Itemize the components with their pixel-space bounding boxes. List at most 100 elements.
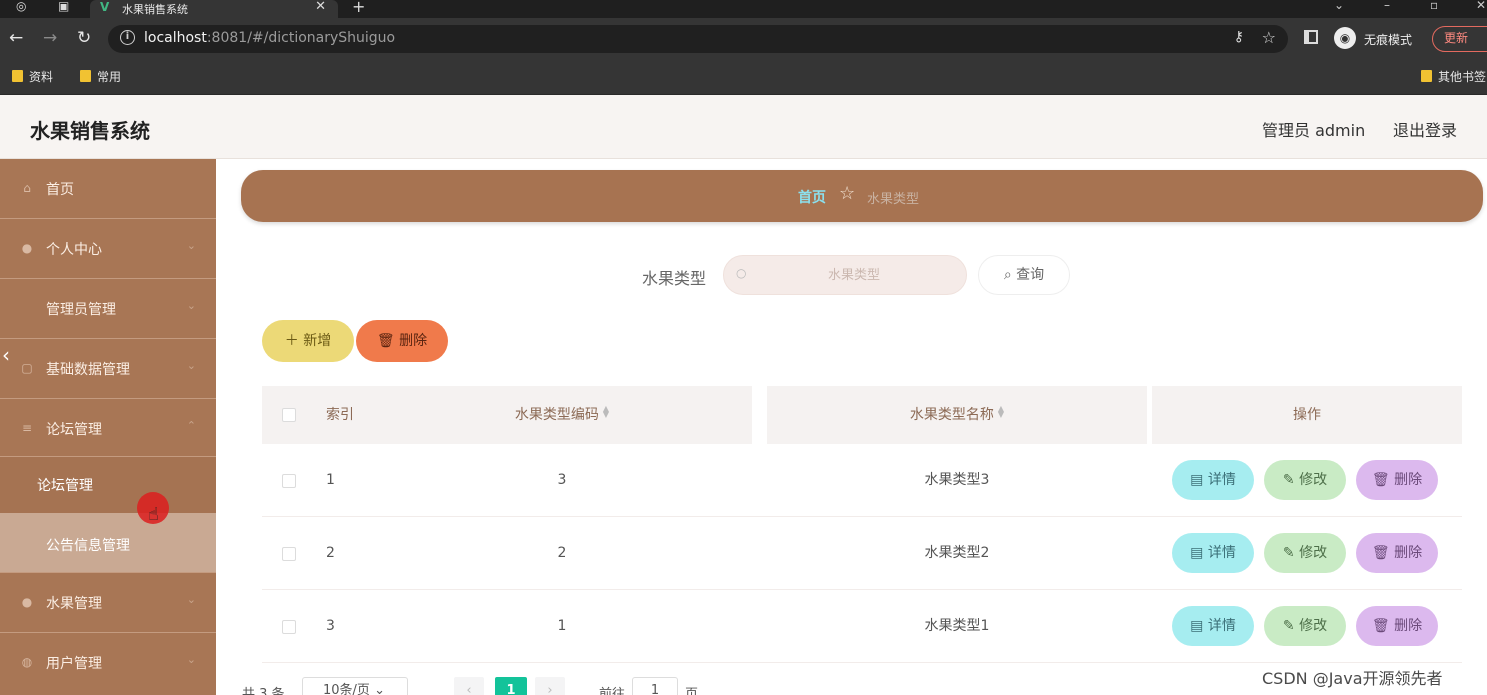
page-number-current[interactable]: 1 <box>495 677 527 695</box>
document-icon: ▤ <box>1190 545 1204 561</box>
csdn-watermark: CSDN @Java开源领先者 <box>1262 669 1443 688</box>
chevron-down-icon: ⌄ <box>374 683 385 695</box>
browser-tab-active[interactable]: V 水果销售系统 ✕ <box>90 0 338 18</box>
trash-icon: 🗑 <box>376 333 395 349</box>
table-row: 3 1 水果类型1 ▤ 详情 ✎ 修改 🗑 删除 <box>262 590 1462 663</box>
row-delete-button[interactable]: 🗑 删除 <box>1356 460 1438 500</box>
app-title: 水果销售系统 <box>30 119 150 143</box>
cell-index: 3 <box>326 618 335 634</box>
sidebar-subitem-notice[interactable]: 公告信息管理 <box>0 513 216 573</box>
bookmark-folder-changyong[interactable]: 常用 <box>80 68 121 85</box>
forward-icon[interactable]: → <box>43 28 57 48</box>
row-delete-button[interactable]: 🗑 删除 <box>1356 606 1438 646</box>
sidebar-item-profile[interactable]: ● 个人中心 ⌄ <box>0 219 216 279</box>
sidebar-item-forum[interactable]: ≡ 论坛管理 ⌃ <box>0 399 216 457</box>
trash-icon: 🗑 <box>1371 545 1390 561</box>
row-checkbox[interactable] <box>282 547 296 561</box>
grid-icon: ▢ <box>21 361 33 375</box>
sidebar-item-users[interactable]: ◍ 用户管理 ⌄ <box>0 633 216 693</box>
key-icon[interactable]: ⚷ <box>1234 29 1244 45</box>
cell-index: 1 <box>326 472 335 488</box>
collapse-sidebar-icon[interactable]: ‹ <box>2 343 10 367</box>
bookmark-star-icon[interactable]: ☆ <box>1262 28 1276 47</box>
tab-search-icon[interactable]: ⌄ <box>1334 0 1344 12</box>
sidebar: ⌂ 首页 ● 个人中心 ⌄ 管理员管理 ⌄ ▢ 基础数据管理 ⌄ ≡ 论坛管理 … <box>0 159 216 695</box>
incognito-icon[interactable]: ◉ <box>1334 27 1356 49</box>
sidebar-item-basic-data[interactable]: ▢ 基础数据管理 ⌄ <box>0 339 216 399</box>
address-bar[interactable]: i localhost:8081/#/dictionaryShuiguo ⚷ ☆ <box>108 25 1288 53</box>
goto-page-input[interactable]: 1 <box>632 677 678 695</box>
delete-button[interactable]: 🗑 删除 <box>356 320 448 362</box>
chevron-down-icon: ⌄ <box>186 359 196 372</box>
select-all-checkbox[interactable] <box>282 408 296 422</box>
site-info-icon[interactable]: i <box>120 30 135 45</box>
prev-page-button[interactable]: ‹ <box>454 677 484 695</box>
tab-strip-icon[interactable]: ▣ <box>58 0 69 13</box>
pencil-icon: ✎ <box>1282 618 1295 634</box>
pagination-total: 共 3 条 <box>242 687 285 695</box>
document-icon: ▤ <box>1190 472 1204 488</box>
cell-code: 3 <box>557 472 567 488</box>
row-checkbox[interactable] <box>282 620 296 634</box>
search-icon: ⌕ <box>1003 267 1012 283</box>
trash-icon: 🗑 <box>1371 618 1390 634</box>
address-url: localhost:8081/#/dictionaryShuiguo <box>144 30 396 46</box>
add-button[interactable]: ＋ 新增 <box>262 320 354 362</box>
window-close-icon[interactable]: ✕ <box>1476 0 1486 12</box>
header-code[interactable]: 水果类型编码 ▲ ▼ <box>372 386 752 444</box>
browser-tab-bar: ◎ ▣ V 水果销售系统 ✕ + ⌄ – ▫ ✕ <box>0 0 1487 18</box>
pencil-icon: ✎ <box>1282 545 1295 561</box>
sidebar-item-home[interactable]: ⌂ 首页 <box>0 159 216 219</box>
row-delete-button[interactable]: 🗑 删除 <box>1356 533 1438 573</box>
breadcrumb-home[interactable]: 首页 <box>798 187 826 207</box>
breadcrumb-current: 水果类型 <box>867 192 920 207</box>
header-select-cell <box>262 386 312 444</box>
cell-code: 1 <box>557 618 567 634</box>
sidebar-item-fruit[interactable]: ● 水果管理 ⌄ <box>0 573 216 633</box>
detail-button[interactable]: ▤ 详情 <box>1172 460 1254 500</box>
minimize-icon[interactable]: – <box>1384 0 1390 12</box>
update-button[interactable]: 更新 <box>1432 26 1487 52</box>
breadcrumb: 首页 ☆ 水果类型 <box>241 170 1483 222</box>
edit-button[interactable]: ✎ 修改 <box>1264 460 1346 500</box>
plus-icon: ＋ <box>284 333 299 349</box>
admin-label: 管理员 admin <box>1262 121 1366 140</box>
detail-button[interactable]: ▤ 详情 <box>1172 533 1254 573</box>
home-icon: ⌂ <box>23 181 31 195</box>
hand-cursor-icon: ☝ <box>148 504 159 525</box>
sidebar-subitem-forum[interactable]: 论坛管理 <box>0 457 216 513</box>
edit-button[interactable]: ✎ 修改 <box>1264 533 1346 573</box>
maximize-icon[interactable]: ▫ <box>1430 0 1438 12</box>
incognito-label: 无痕模式 <box>1364 33 1413 47</box>
menu-icon: ≡ <box>21 421 33 435</box>
search-input-wrapper: ○ <box>723 255 967 295</box>
chevron-down-icon: ⌄ <box>186 239 196 252</box>
sort-icon[interactable]: ▲ ▼ <box>603 405 609 419</box>
bookmark-folder-ziliao[interactable]: 资料 <box>12 68 53 85</box>
logout-link[interactable]: 退出登录 <box>1393 117 1457 141</box>
browser-toolbar: ← → ↻ i localhost:8081/#/dictionaryShuig… <box>0 18 1487 60</box>
reload-icon[interactable]: ↻ <box>77 28 91 48</box>
search-icon: ○ <box>736 266 747 280</box>
new-tab-icon[interactable]: + <box>352 0 365 16</box>
header-actions: 操作 <box>1152 386 1462 444</box>
page-unit-label: 页 <box>685 687 699 695</box>
tab-close-icon[interactable]: ✕ <box>315 0 326 14</box>
sort-icon[interactable]: ▲ ▼ <box>998 405 1004 419</box>
vue-favicon-icon: V <box>100 0 110 14</box>
sidebar-item-admin[interactable]: 管理员管理 ⌄ <box>0 279 216 339</box>
header-name[interactable]: 水果类型名称 ▲ ▼ <box>767 386 1147 444</box>
row-checkbox[interactable] <box>282 474 296 488</box>
back-icon[interactable]: ← <box>9 28 23 48</box>
page-size-select[interactable]: 10条/页 ⌄ <box>302 677 408 695</box>
edit-button[interactable]: ✎ 修改 <box>1264 606 1346 646</box>
bookmark-other[interactable]: 其他书签 <box>1421 68 1487 85</box>
search-input[interactable] <box>754 256 954 294</box>
app-header: 水果销售系统 管理员 admin 退出登录 <box>0 95 1487 159</box>
next-page-button[interactable]: › <box>535 677 565 695</box>
chrome-globe-icon[interactable]: ◎ <box>16 0 26 13</box>
document-icon: ▤ <box>1190 618 1204 634</box>
side-panel-icon[interactable] <box>1304 30 1318 44</box>
detail-button[interactable]: ▤ 详情 <box>1172 606 1254 646</box>
search-button[interactable]: ⌕ 查询 <box>978 255 1070 295</box>
